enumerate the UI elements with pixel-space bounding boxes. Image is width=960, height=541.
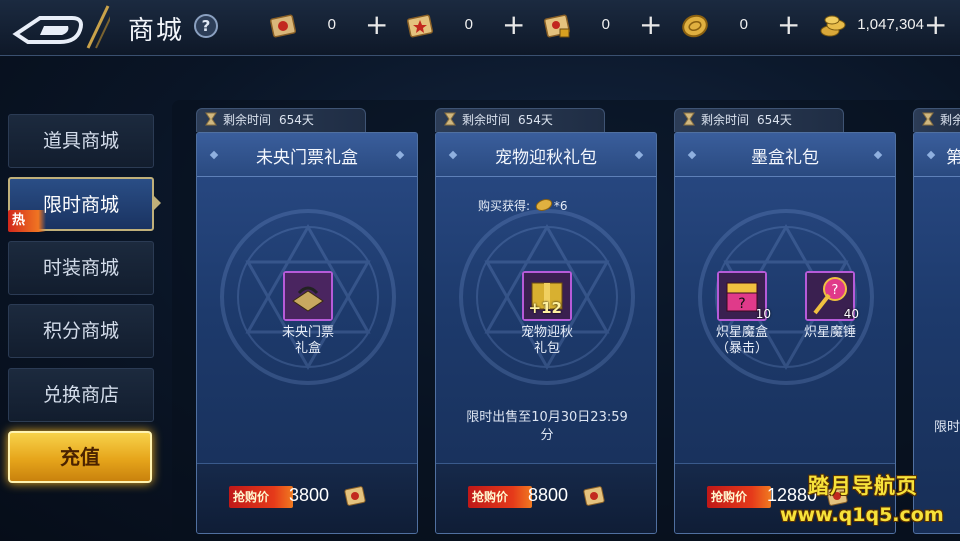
svg-text:?: ? [832,283,839,298]
rush-price-tag: 抢购价 [468,486,532,508]
hourglass-icon [205,112,217,126]
tab-points-shop[interactable]: 积分商城 [8,304,154,358]
price-value: 3800 [289,485,330,505]
gold-scroll-icon [344,486,366,506]
top-bar: 商城 ? 0 + 0 + 0 + 0 + 1,047,304 + [0,0,960,56]
recharge-button[interactable]: 充值 [8,431,152,483]
item-name: 炽星魔锤 [803,325,856,340]
tab-item-shop[interactable]: 道具商城 [8,114,154,168]
item-name-line2: （暴击） [715,341,768,356]
resource-value: 0 [327,16,336,33]
sale-deadline-note: 限时出售至10月30日23:59 分 [448,409,646,445]
item-quantity: 40 [843,307,859,321]
add-resource-button[interactable]: + [924,9,947,41]
resource-value: 1,047,304 [857,16,924,33]
help-button[interactable]: ? [194,14,218,38]
resource-value: 0 [601,16,610,33]
timer-label: 剩余 [940,113,960,127]
reward-item[interactable]: 未央门票 礼盒 [263,271,353,357]
rush-price-tag: 抢购价 [707,486,771,508]
back-button[interactable] [10,4,115,50]
resource-gold-scroll: 0 + [405,9,525,43]
add-resource-button[interactable]: + [777,9,800,41]
svg-text:?: ? [738,296,745,312]
timer-tab: 剩余时间 654天 [674,108,844,132]
shop-card[interactable]: 剩余 第 限时 [913,108,960,534]
resource-gold-coin: 0 + [680,9,800,43]
hourglass-icon [444,112,456,126]
card-body: 未央门票礼盒 未央门票 礼盒 抢购价 3800 [196,132,418,534]
timer-days: 654天 [279,113,314,127]
hourglass-icon [683,112,695,126]
card-title: 墨盒礼包 [751,148,819,168]
item-name: 炽星魔盒 [715,325,768,340]
add-resource-button[interactable]: + [502,9,525,41]
tab-fashion-shop[interactable]: 时装商城 [8,241,154,295]
active-tab-arrow-icon [152,194,161,212]
item-name: 未央门票 [281,325,334,340]
item-name: 宠物迎秋 [520,325,573,340]
timer-days: 654天 [518,113,553,127]
note-line1: 限时出售至10月30日23:59 [466,410,628,425]
item-name-line2: 礼盒 [294,341,321,356]
resource-value: 0 [739,16,748,33]
timer-tab: 剩余 [913,108,960,132]
shop-card[interactable]: 剩余时间 654天 宠物迎秋礼包 购买获得: *6 +12 宠物迎秋 礼包 限时… [435,108,657,534]
ticket-box-icon [283,271,333,321]
timer-label: 剩余时间 [223,113,272,127]
price-value: 8800 [528,485,569,505]
resource-coin-pile: 1,047,304 + [818,9,960,43]
resource-value: 0 [464,16,473,33]
item-quantity: +12 [528,299,562,317]
reward-item[interactable]: ? 10 炽星魔盒 （暴击） [697,271,787,357]
timer-label: 剩余时间 [462,113,511,127]
reward-item[interactable]: ? 40 炽星魔锤 [785,271,875,341]
sale-deadline-note: 限时 [934,420,960,435]
card-header: 第 [914,133,960,177]
add-resource-button[interactable]: + [639,9,662,41]
gold-scroll-icon [583,486,605,506]
shop-card[interactable]: 剩余时间 654天 未央门票礼盒 未央门票 礼盒 抢购价 3800 [196,108,418,534]
resource-red-scroll: 0 + [268,9,388,43]
bonus-value: *6 [553,199,568,213]
reward-item[interactable]: +12 宠物迎秋 礼包 [502,271,592,357]
add-resource-button[interactable]: + [365,9,388,41]
timer-tab: 剩余时间 654天 [435,108,605,132]
purchase-bonus: 购买获得: *6 [478,197,568,214]
bonus-label: 购买获得: [478,199,531,213]
gold-coin-icon [535,199,553,211]
timer-tab: 剩余时间 654天 [196,108,366,132]
card-body: 宠物迎秋礼包 购买获得: *6 +12 宠物迎秋 礼包 限时出售至10月30日2… [435,132,657,534]
rush-price-tag: 抢购价 [229,486,293,508]
price-bar: 抢购价 3800 [197,463,417,533]
watermark-url: www.q1q5.com [780,504,944,526]
hourglass-icon [922,112,934,126]
page-title: 商城 [128,16,185,46]
card-header: 未央门票礼盒 [197,133,417,177]
card-title: 宠物迎秋礼包 [495,148,597,168]
tab-exchange-store[interactable]: 兑换商店 [8,368,154,422]
card-title: 未央门票礼盒 [256,148,358,168]
back-arrow-icon [12,5,115,49]
card-header: 墨盒礼包 [675,133,895,177]
mystery-box-icon: ? 10 [717,271,771,321]
hot-badge: 热 [8,210,46,232]
timer-days: 654天 [757,113,792,127]
resource-locked-scroll: 0 + [542,9,662,43]
gift-pack-icon: +12 [522,271,572,321]
price-bar: 抢购价 8800 [436,463,656,533]
item-name-line2: 礼包 [533,341,560,356]
hammer-icon: ? 40 [805,271,859,321]
coin-pile-icon [820,15,846,37]
card-header: 宠物迎秋礼包 [436,133,656,177]
diamond-icon [926,150,936,160]
note-line2: 分 [540,428,554,443]
card-body: 第 限时 [913,132,960,534]
watermark-title: 踏月导航页 [808,474,918,498]
item-quantity: 10 [755,307,771,321]
card-title: 第 [946,143,960,168]
timer-label: 剩余时间 [701,113,750,127]
